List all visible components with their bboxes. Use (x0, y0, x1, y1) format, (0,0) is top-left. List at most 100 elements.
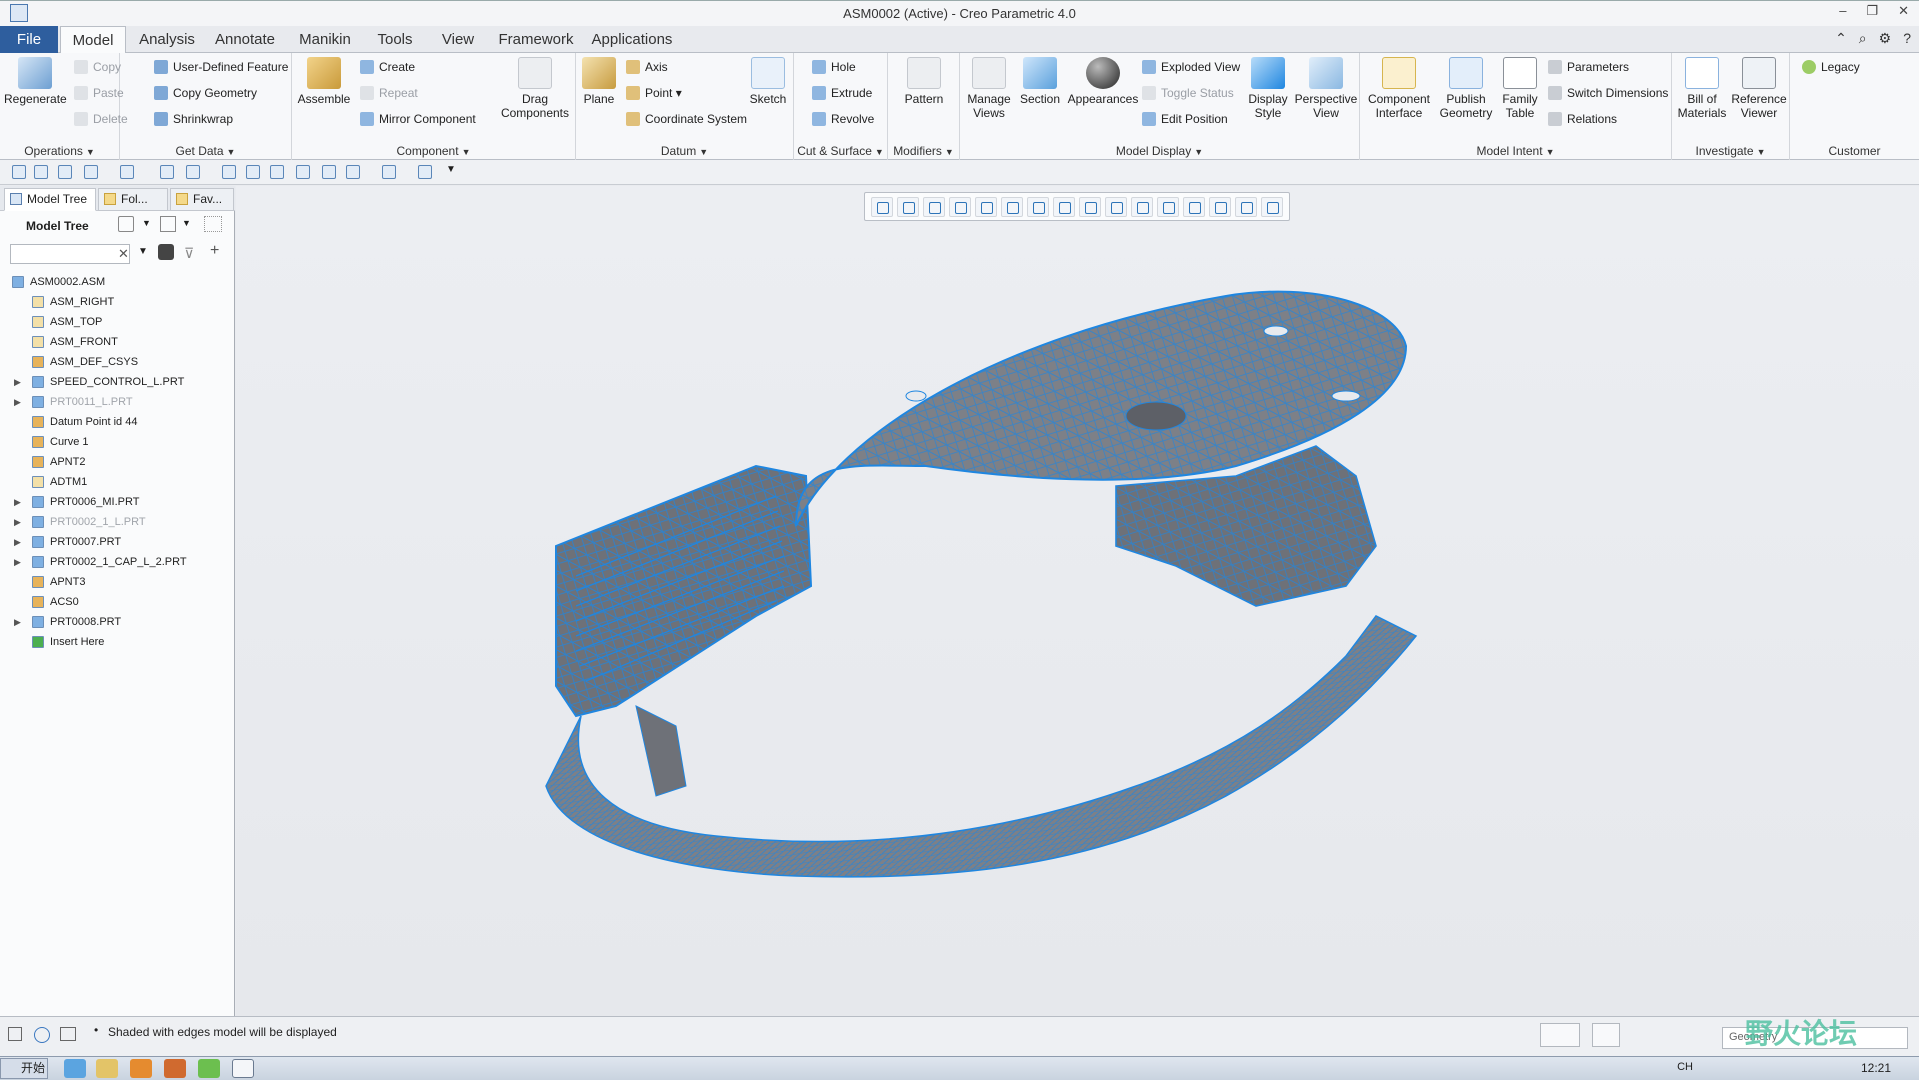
tree-item[interactable]: APNT3 (0, 572, 235, 592)
regenerate-small-icon[interactable] (160, 165, 174, 179)
tab-file[interactable]: File (0, 26, 58, 53)
tab-framework[interactable]: Framework (490, 26, 582, 53)
axis-button[interactable]: Axis (626, 58, 668, 76)
search-dropdown-icon[interactable]: ▼ (138, 246, 148, 257)
input-language[interactable]: CH (1677, 1061, 1693, 1073)
new-icon[interactable] (12, 165, 26, 179)
settings-icon[interactable]: ⚙ (1879, 30, 1892, 47)
windows-icon[interactable] (186, 165, 200, 179)
model-display-menu[interactable]: Model Display ▼ (960, 144, 1359, 158)
clock[interactable]: 12:21 (1861, 1061, 1891, 1075)
user-defined-feature-button[interactable]: User-Defined Feature (154, 58, 288, 76)
component-interface-button[interactable]: Component Interface (1364, 57, 1434, 120)
restore-icon[interactable]: ❐ (1866, 3, 1878, 19)
switch-dimensions-button[interactable]: Switch Dimensions (1548, 84, 1668, 102)
saved-orientations-icon[interactable] (1027, 196, 1049, 217)
zoom-in-icon[interactable] (897, 196, 919, 217)
refit-icon[interactable] (871, 196, 893, 217)
undo-icon[interactable] (84, 165, 98, 179)
filter-icon[interactable]: ⊽ (184, 245, 194, 262)
revolve-button[interactable]: Revolve (812, 110, 874, 128)
ie-icon[interactable] (64, 1059, 86, 1078)
expand-arrow-icon[interactable]: ▶ (14, 372, 21, 392)
exploded-view-button[interactable]: Exploded View (1142, 58, 1240, 76)
close-icon[interactable]: ✕ (1898, 3, 1909, 19)
modifiers-menu[interactable]: Modifiers ▼ (888, 144, 959, 158)
search-app-icon[interactable] (164, 1059, 186, 1078)
drag-components-button[interactable]: Drag Components (496, 57, 574, 120)
csys-toggle-icon[interactable] (1183, 196, 1205, 217)
get-data-menu[interactable]: Get Data ▼ (120, 144, 291, 158)
clear-search-icon[interactable]: ✕ (118, 246, 129, 262)
appearance-toggle-icon[interactable] (1261, 196, 1283, 217)
tree-item[interactable]: Curve 1 (0, 432, 235, 452)
explorer-icon[interactable] (96, 1059, 118, 1078)
hole-button[interactable]: Hole (812, 58, 856, 76)
tree-item[interactable]: ▶ PRT0011_L.PRT (0, 392, 235, 412)
tab-annotate[interactable]: Annotate (206, 26, 284, 53)
browser-app-icon[interactable] (198, 1059, 220, 1078)
tree-settings-dropdown-icon[interactable]: ▼ (142, 218, 151, 228)
tab-applications[interactable]: Applications (584, 26, 680, 53)
start-button[interactable]: 开始 (0, 1058, 48, 1079)
annotations-toggle-icon[interactable] (1209, 196, 1231, 217)
search-icon[interactable]: ⌕ (1859, 30, 1867, 47)
zoom-out-icon[interactable] (923, 196, 945, 217)
tree-filter-icon[interactable] (204, 216, 222, 232)
regenerate-button[interactable]: Regenerate (4, 57, 67, 106)
cut-surface-menu[interactable]: Cut & Surface ▼ (794, 144, 887, 158)
operations-menu[interactable]: Operations ▼ (0, 144, 119, 158)
assemble-button[interactable]: Assemble (294, 57, 354, 106)
perspective-small-icon[interactable] (1079, 196, 1101, 217)
tree-item[interactable]: ACS0 (0, 592, 235, 612)
filter-display-icon[interactable] (346, 165, 360, 179)
measure-icon[interactable] (382, 165, 396, 179)
tab-model[interactable]: Model (60, 26, 126, 54)
find-icon[interactable] (158, 244, 174, 260)
reference-viewer-button[interactable]: Reference Viewer (1730, 57, 1788, 120)
help-icon[interactable]: ? (1903, 30, 1911, 47)
datum-display-icon[interactable] (222, 165, 236, 179)
tree-item[interactable]: ASM_FRONT (0, 332, 235, 352)
add-icon[interactable]: + (210, 242, 219, 260)
tab-favorites[interactable]: Fav... (170, 188, 234, 211)
collapse-ribbon-icon[interactable]: ⌃ (1835, 30, 1847, 47)
tree-item[interactable]: ASM0002.ASM (0, 272, 235, 292)
coordinate-system-button[interactable]: Coordinate System (626, 110, 747, 128)
component-menu[interactable]: Component ▼ (292, 144, 575, 158)
show-dropdown-icon[interactable]: ▼ (182, 218, 191, 228)
creo-taskbar-icon[interactable] (232, 1059, 254, 1078)
full-screen-icon[interactable] (60, 1027, 76, 1041)
create-button[interactable]: Create (360, 58, 415, 76)
paste-button[interactable]: Paste (74, 84, 124, 102)
tree-item[interactable]: ▶ PRT0002_1_CAP_L_2.PRT (0, 552, 235, 572)
investigate-menu[interactable]: Investigate ▼ (1672, 144, 1789, 158)
datum-axes-toggle-icon[interactable] (1131, 196, 1153, 217)
tree-item[interactable]: ▶ PRT0008.PRT (0, 612, 235, 632)
expand-arrow-icon[interactable]: ▶ (14, 552, 21, 572)
tree-item[interactable]: ASM_DEF_CSYS (0, 352, 235, 372)
toggle-status-button[interactable]: Toggle Status (1142, 84, 1234, 102)
tree-item[interactable]: Datum Point id 44 (0, 412, 235, 432)
shrinkwrap-button[interactable]: Shrinkwrap (154, 110, 233, 128)
customize-toolbar-icon[interactable]: ▼ (446, 164, 456, 175)
copy-button[interactable]: Copy (74, 58, 121, 76)
copy-geometry-button[interactable]: Copy Geometry (154, 84, 257, 102)
speed-control-part[interactable] (555, 464, 813, 797)
tab-manikin[interactable]: Manikin (288, 26, 362, 53)
datum-planes-toggle-icon[interactable] (1105, 196, 1127, 217)
plane-button[interactable]: Plane (578, 57, 620, 106)
selected-items-icon[interactable] (1592, 1023, 1620, 1047)
axis-display-icon[interactable] (270, 165, 284, 179)
plane-display-icon[interactable] (246, 165, 260, 179)
section-button[interactable]: Section (1016, 57, 1064, 106)
show-icon[interactable] (160, 216, 176, 232)
tab-view[interactable]: View (428, 26, 488, 53)
model-intent-menu[interactable]: Model Intent ▼ (1360, 144, 1671, 158)
media-player-icon[interactable] (130, 1059, 152, 1078)
tab-analysis[interactable]: Analysis (130, 26, 204, 53)
browser-toggle-icon[interactable] (34, 1027, 50, 1043)
tree-item[interactable]: ▶ PRT0002_1_L.PRT (0, 512, 235, 532)
tree-item[interactable]: ▶ PRT0007.PRT (0, 532, 235, 552)
tree-search-input[interactable] (10, 244, 130, 264)
